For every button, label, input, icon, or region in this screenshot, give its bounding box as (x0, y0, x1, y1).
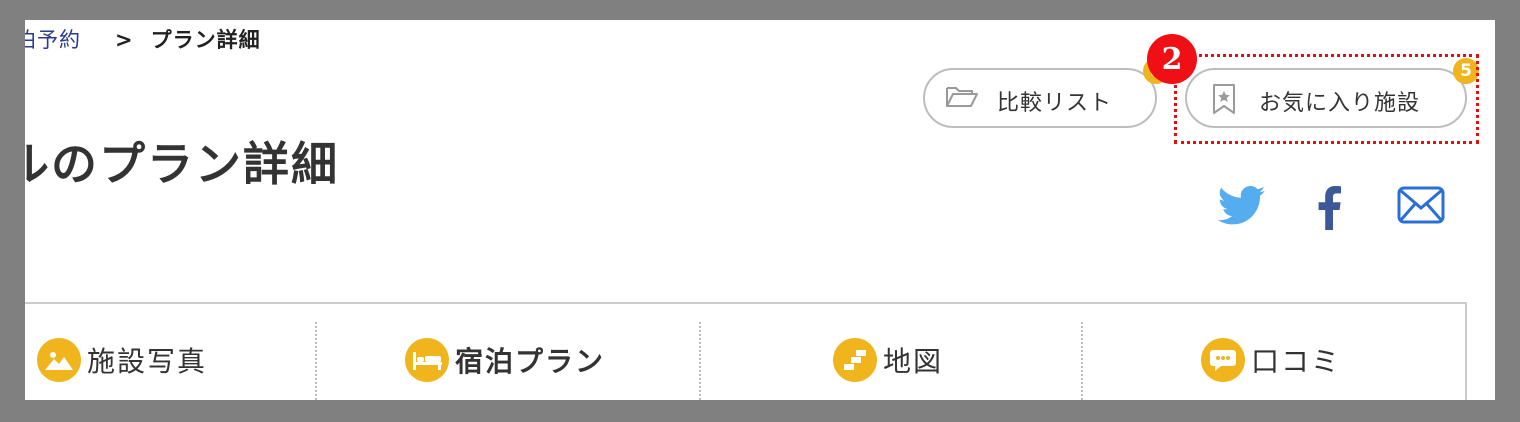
map-icon (833, 338, 877, 382)
photo-icon (37, 338, 81, 382)
tab-plans[interactable]: 宿泊プラン (405, 320, 605, 400)
tab-divider (1081, 322, 1083, 400)
breadcrumb-current: プラン詳細 (150, 28, 261, 52)
favorites-highlight-frame (1174, 54, 1479, 144)
tab-divider (315, 322, 317, 400)
breadcrumb-separator: > (115, 28, 133, 52)
compare-list-label: 比較リスト (997, 91, 1113, 116)
tab-photos-label: 施設写真 (87, 345, 208, 378)
tab-map-label: 地図 (883, 345, 944, 378)
section-tabs: 施設写真 宿泊プラン 地図 口コミ (25, 302, 1467, 400)
facebook-icon (1317, 186, 1341, 234)
tab-plans-label: 宿泊プラン (455, 345, 606, 378)
tab-divider (699, 322, 701, 400)
tab-reviews[interactable]: 口コミ (1201, 320, 1341, 400)
chat-bubble-icon (1201, 338, 1245, 382)
tab-reviews-label: 口コミ (1251, 345, 1342, 378)
tab-map[interactable]: 地図 (833, 320, 943, 400)
page-title: ルのプラン詳細 (25, 137, 339, 191)
mail-icon (1397, 186, 1445, 228)
bed-icon (405, 338, 449, 382)
breadcrumb-link[interactable]: 泊予約 (25, 28, 81, 52)
mail-share-button[interactable] (1397, 186, 1445, 228)
step-marker: 2 (1147, 34, 1197, 84)
twitter-share-button[interactable] (1217, 186, 1266, 230)
breadcrumb: 泊予約 > プラン詳細 (25, 24, 261, 54)
page-panel: 泊予約>プラン詳細 ルのプラン詳細 比較リスト 5 お気に入り施設 5 2 (25, 20, 1495, 400)
tab-photos[interactable]: 施設写真 (37, 320, 207, 400)
facebook-share-button[interactable] (1317, 186, 1341, 234)
folder-open-icon (945, 84, 979, 110)
twitter-icon (1217, 186, 1266, 230)
compare-list-button[interactable]: 比較リスト 5 (923, 58, 1169, 128)
